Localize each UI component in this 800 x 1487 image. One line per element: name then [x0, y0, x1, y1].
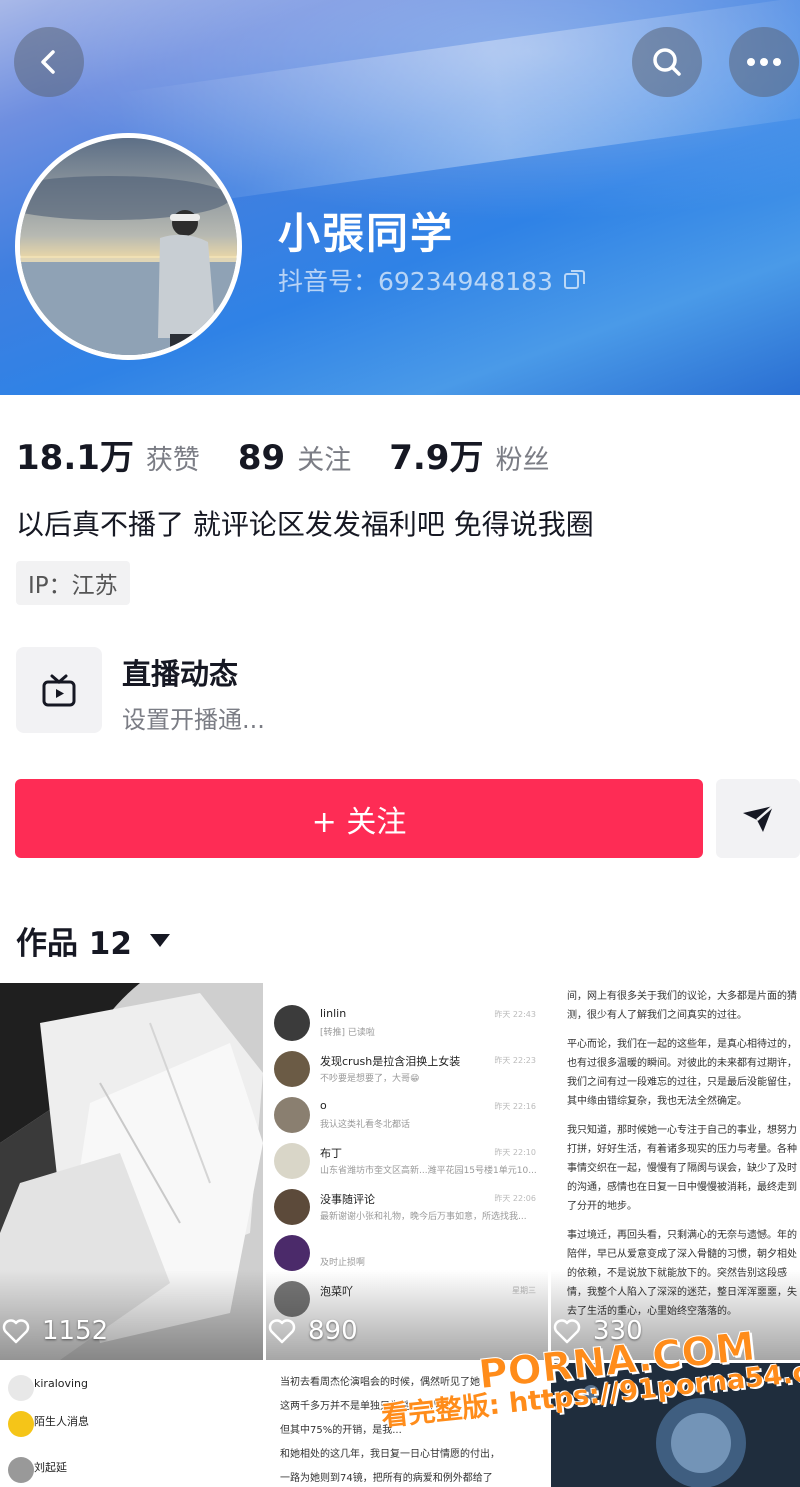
chat-name: 没事随评论 — [320, 1193, 375, 1206]
list-item-name: 陌生人消息 — [34, 1415, 89, 1428]
follow-button[interactable]: + 关注 — [15, 779, 703, 858]
heart-icon — [268, 1319, 296, 1344]
following-label[interactable]: 关注 — [297, 438, 351, 477]
triangle-down-icon — [149, 934, 170, 947]
share-button[interactable] — [716, 779, 800, 858]
likes-label: 获赞 — [145, 445, 200, 476]
heart-icon — [2, 1319, 30, 1344]
back-button[interactable] — [14, 27, 84, 97]
like-count-value: 1152 — [42, 1316, 109, 1346]
thumbnail-shade — [266, 1270, 548, 1360]
chat-time: 昨天 22:10 — [494, 1148, 536, 1157]
chat-avatar — [274, 1189, 310, 1225]
chat-time: 昨天 22:43 — [494, 1010, 536, 1019]
following-count[interactable]: 89 — [238, 438, 285, 478]
text-line: 一路为她则到74镜，把所有的病爱和例外都给了 — [280, 1473, 493, 1484]
search-icon — [653, 48, 681, 76]
chat-name: o — [320, 1099, 327, 1112]
chat-name: 发现crush是拉含泪换上女装 — [320, 1055, 461, 1068]
chat-time: 昨天 22:23 — [494, 1056, 536, 1065]
chat-avatar — [274, 1235, 310, 1271]
list-item-avatar — [8, 1375, 34, 1401]
chevron-left-icon — [41, 50, 55, 74]
chat-name: linlin — [320, 1007, 347, 1020]
chat-row: o 我认这类礼看冬北都话 昨天 22:16 — [274, 1097, 544, 1141]
search-button[interactable] — [632, 27, 702, 97]
work-thumbnail[interactable]: kiraloving 陌生人消息 刘起延 — [0, 1363, 263, 1487]
live-icon-box[interactable] — [16, 647, 102, 733]
work-thumbnail[interactable]: 间，网上有很多关于我们的议论，大多都是片面的猜测，很少有人了解我们之间真实的过往… — [551, 983, 800, 1360]
copy-icon[interactable] — [563, 268, 587, 292]
bio: 以后真不播了 就评论区发发福利吧 免得说我圈 — [16, 508, 594, 541]
chat-message: 及时止损啊 — [320, 1258, 366, 1268]
list-item-avatar — [8, 1411, 34, 1437]
list-item-avatar — [8, 1457, 34, 1483]
chat-row: 没事随评论最新谢谢小张和礼物，晚今后万事如意，所选找我... 昨天 22:06 — [274, 1189, 544, 1233]
work-thumbnail[interactable]: linlin [转推] 已读啦 昨天 22:43 发现crush是拉含泪换上女装 不吵要… — [266, 983, 548, 1360]
chat-message: [转推] 已读啦 — [320, 1028, 375, 1038]
like-count: 890 — [266, 1316, 358, 1346]
chat-row: 布丁山东省潍坊市奎文区高新...潍平花园15号楼1单元10... 昨天 22:10 — [274, 1143, 544, 1187]
live-title[interactable]: 直播动态 — [122, 651, 238, 693]
chat-message: 山东省潍坊市奎文区高新...潍平花园15号楼1单元10... — [320, 1166, 537, 1176]
chat-avatar — [274, 1097, 310, 1133]
nickname: 小張同学 — [278, 209, 455, 258]
douyin-id-text: 抖音号：69234948183 — [278, 267, 553, 296]
chat-row: linlin [转推] 已读啦 昨天 22:43 — [274, 1005, 544, 1049]
avatar-photo — [20, 138, 237, 355]
works-tab-label: 作品 12 — [16, 926, 132, 962]
avatar[interactable] — [15, 133, 242, 360]
more-button[interactable] — [729, 27, 799, 97]
chat-avatar — [274, 1051, 310, 1087]
send-icon — [743, 804, 774, 832]
thumbnail-shade — [0, 1270, 263, 1360]
chat-avatar — [274, 1143, 310, 1179]
chat-row: 发现crush是拉含泪换上女装 不吵要是想要了，大哥😁 昨天 22:23 — [274, 1051, 544, 1095]
list-item-name: 刘起延 — [34, 1461, 67, 1474]
chat-name: 布丁 — [320, 1147, 342, 1160]
heart-icon — [553, 1319, 581, 1344]
chat-message: 不吵要是想要了，大哥😁 — [320, 1074, 420, 1084]
fans-label[interactable]: 粉丝 — [495, 438, 549, 477]
douyin-id: 抖音号：69234948183 — [278, 262, 587, 298]
chat-time: 昨天 22:06 — [494, 1194, 536, 1203]
chat-message: 最新谢谢小张和礼物，晚今后万事如意，所选找我... — [320, 1212, 527, 1222]
fans-count[interactable]: 7.9万 — [389, 430, 483, 479]
stats-row: 18.1万 获赞 89 关注 7.9万 粉丝 — [16, 430, 587, 479]
chat-time: 昨天 22:16 — [494, 1102, 536, 1111]
essay-paragraph: 我只知道，那时候她一心专注于自己的事业，想努力打拼，好好生活，有着诸多现实的压力… — [567, 1125, 797, 1212]
profile-header: 小張同学 抖音号：69234948183 — [0, 0, 800, 395]
essay-paragraph: 平心而论，我们在一起的这些年，是真心相待过的，也有过很多温暖的瞬间。对彼此的未来… — [567, 1039, 797, 1107]
more-dots-icon — [747, 58, 781, 66]
like-count: 1152 — [0, 1316, 108, 1346]
ip-location-tag: IP：江苏 — [16, 561, 130, 605]
chat-avatar — [274, 1005, 310, 1041]
works-tab[interactable]: 作品 12 — [16, 918, 170, 963]
text-line: 和她相处的这几年，我日复一日心甘情愿的付出， — [280, 1449, 500, 1460]
work-thumbnail[interactable]: 1152 — [0, 983, 263, 1360]
essay-paragraph: 间，网上有很多关于我们的议论，大多都是片面的猜测，很少有人了解我们之间真实的过往… — [567, 991, 797, 1021]
tv-icon — [42, 674, 76, 707]
like-count-value: 890 — [308, 1316, 358, 1346]
chat-message: 我认这类礼看冬北都话 — [320, 1120, 411, 1130]
list-item-name: kiraloving — [34, 1377, 88, 1390]
likes-count: 18.1万 — [16, 438, 134, 478]
live-subtitle: 设置开播通... — [122, 706, 265, 734]
